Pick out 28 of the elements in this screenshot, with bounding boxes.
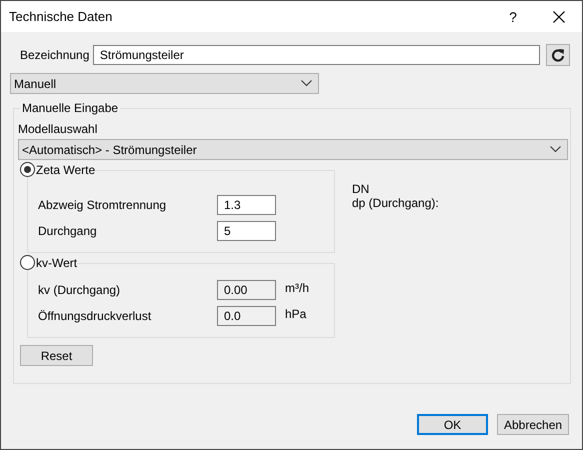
chevron-down-icon bbox=[550, 146, 561, 153]
field-label: kv (Durchgang) bbox=[38, 283, 122, 297]
chevron-down-icon bbox=[301, 80, 312, 87]
refresh-icon bbox=[551, 48, 565, 62]
model-label: Modellauswahl bbox=[18, 122, 98, 136]
group-title: Manuelle Eingabe bbox=[20, 101, 120, 115]
field-label: Abzweig Stromtrennung bbox=[38, 198, 168, 212]
radio-option[interactable]: Zeta Werte bbox=[20, 162, 96, 177]
window-title: Technische Daten bbox=[9, 9, 114, 24]
value-field[interactable]: 1.3 bbox=[217, 195, 276, 215]
name-field[interactable]: Strömungsteiler bbox=[92, 45, 540, 65]
field-label: Öffnungsdruckverlust bbox=[38, 309, 152, 323]
mode-dropdown[interactable]: Manuell bbox=[10, 73, 319, 94]
help-button[interactable]: ? bbox=[490, 8, 536, 24]
reset-button[interactable]: Reset bbox=[20, 345, 93, 366]
field-label: Durchgang bbox=[38, 224, 98, 238]
unit-label: m³/h bbox=[285, 281, 309, 295]
info-label: dp (Durchgang): bbox=[352, 196, 439, 210]
unit-label: hPa bbox=[285, 307, 306, 321]
radio-option[interactable]: kv-Wert bbox=[20, 255, 78, 270]
model-dropdown[interactable]: <Automatisch> - Strömungsteiler bbox=[18, 139, 568, 160]
close-icon bbox=[553, 10, 565, 22]
dialog-button[interactable]: OK bbox=[417, 414, 488, 435]
refresh-button[interactable] bbox=[546, 44, 570, 66]
dialog-button[interactable]: Abbrechen bbox=[497, 414, 569, 435]
info-label: DN bbox=[352, 182, 370, 196]
value-field[interactable]: 5 bbox=[217, 221, 276, 241]
name-label: Bezeichnung bbox=[20, 48, 90, 62]
